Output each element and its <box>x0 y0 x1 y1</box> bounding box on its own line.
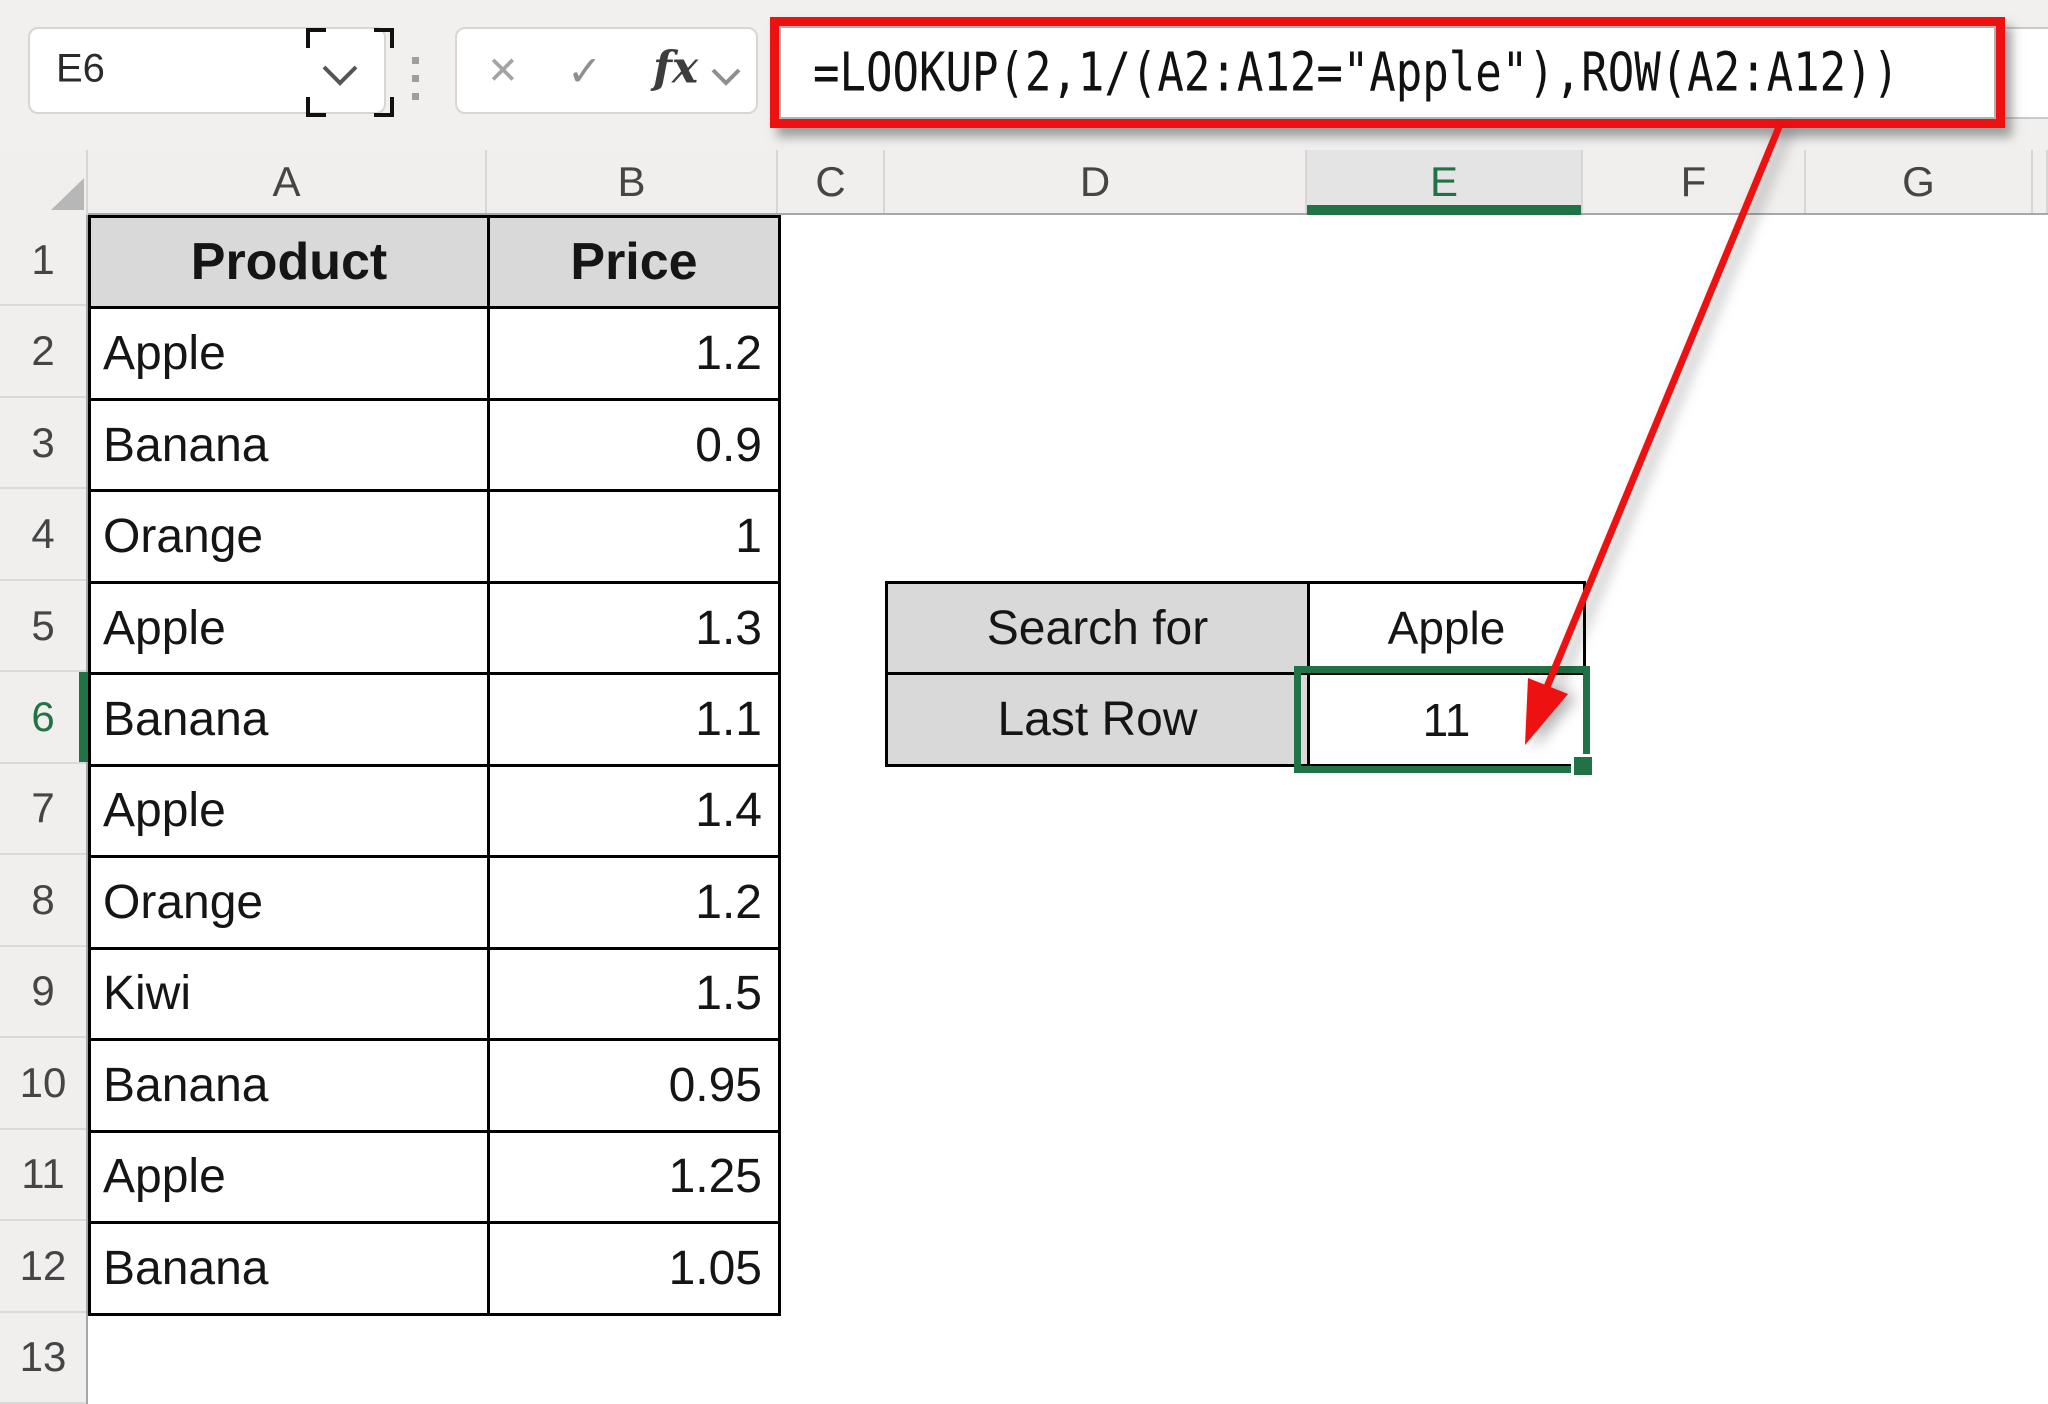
column-header-D[interactable]: D <box>885 150 1307 213</box>
cell-E5[interactable]: Apple <box>1307 581 1586 675</box>
row-header-1[interactable]: 1 <box>0 215 86 306</box>
cell-B10[interactable]: 0.95 <box>487 1038 781 1132</box>
row-header-11[interactable]: 11 <box>0 1130 86 1221</box>
row-header-3[interactable]: 3 <box>0 398 86 489</box>
row-header-6[interactable]: 6 <box>0 672 86 763</box>
cell-A3[interactable]: Banana <box>88 398 490 492</box>
cell-B12[interactable]: 1.05 <box>487 1221 781 1315</box>
cell-A6[interactable]: Banana <box>88 672 490 766</box>
cell-E6[interactable]: 11 <box>1307 672 1586 766</box>
select-all-triangle-icon <box>0 150 88 215</box>
column-header-F[interactable]: F <box>1583 150 1806 213</box>
cell-B1[interactable]: Price <box>487 215 781 309</box>
cell-B5[interactable]: 1.3 <box>487 581 781 675</box>
row-header-8[interactable]: 8 <box>0 855 86 946</box>
cell-A9[interactable]: Kiwi <box>88 947 490 1041</box>
cell-B7[interactable]: 1.4 <box>487 764 781 858</box>
selected-column-underline <box>1307 205 1581 215</box>
cell-A5[interactable]: Apple <box>88 581 490 675</box>
formula-text: =LOOKUP(2,1/(A2:A12="Apple"),ROW(A2:A12)… <box>813 41 1899 103</box>
selected-row-bar <box>79 672 88 761</box>
name-box[interactable]: E6 <box>28 27 386 114</box>
cell-A4[interactable]: Orange <box>88 489 490 583</box>
row-header-2[interactable]: 2 <box>0 306 86 397</box>
row-header-9[interactable]: 9 <box>0 947 86 1038</box>
chevron-down-icon[interactable] <box>320 63 360 87</box>
cell-D5[interactable]: Search for <box>885 581 1310 675</box>
focus-corner-mark <box>306 28 326 48</box>
focus-corner-mark <box>306 97 326 117</box>
cell-A2[interactable]: Apple <box>88 306 490 400</box>
cell-A1[interactable]: Product <box>88 215 490 309</box>
cancel-icon[interactable]: ✕ <box>487 48 519 93</box>
cell-D6[interactable]: Last Row <box>885 672 1310 766</box>
name-box-value: E6 <box>56 46 105 91</box>
column-header-B[interactable]: B <box>487 150 778 213</box>
row-headers: 12345678910111213 <box>0 215 88 1404</box>
enter-icon[interactable]: ✓ <box>567 46 602 95</box>
cell-B11[interactable]: 1.25 <box>487 1130 781 1224</box>
formula-input[interactable]: =LOOKUP(2,1/(A2:A12="Apple"),ROW(A2:A12)… <box>779 26 1996 119</box>
row-header-4[interactable]: 4 <box>0 489 86 580</box>
formula-buttons-group: ✕ ✓ fx <box>455 27 758 114</box>
excel-window: E6 ✕ ✓ fx =LOOKUP(2,1/(A2:A12="Apple"),R… <box>0 0 2048 1404</box>
row-header-5[interactable]: 5 <box>0 581 86 672</box>
row-header-13[interactable]: 13 <box>0 1313 86 1404</box>
cell-B8[interactable]: 1.2 <box>487 855 781 949</box>
column-header-partial[interactable] <box>2033 150 2048 213</box>
cell-A12[interactable]: Banana <box>88 1221 490 1315</box>
focus-corner-mark <box>374 97 394 117</box>
column-header-G[interactable]: G <box>1806 150 2033 213</box>
spreadsheet-grid: ABCDEFG 12345678910111213 ProductPriceAp… <box>0 150 2048 1404</box>
cell-B4[interactable]: 1 <box>487 489 781 583</box>
row-header-10[interactable]: 10 <box>0 1038 86 1129</box>
select-all-button[interactable] <box>0 150 88 215</box>
row-header-7[interactable]: 7 <box>0 764 86 855</box>
formula-bar-extension <box>2000 27 2048 119</box>
cell-A10[interactable]: Banana <box>88 1038 490 1132</box>
column-header-C[interactable]: C <box>778 150 885 213</box>
column-header-A[interactable]: A <box>88 150 487 213</box>
cell-B3[interactable]: 0.9 <box>487 398 781 492</box>
chevron-down-icon[interactable] <box>710 67 742 87</box>
cell-A8[interactable]: Orange <box>88 855 490 949</box>
cell-B6[interactable]: 1.1 <box>487 672 781 766</box>
formula-highlight-box: =LOOKUP(2,1/(A2:A12="Apple"),ROW(A2:A12)… <box>770 17 2005 128</box>
cell-B9[interactable]: 1.5 <box>487 947 781 1041</box>
insert-function-icon[interactable]: fx <box>653 42 698 93</box>
cell-A11[interactable]: Apple <box>88 1130 490 1224</box>
cell-B2[interactable]: 1.2 <box>487 306 781 400</box>
column-header-E[interactable]: E <box>1307 150 1583 213</box>
cell-A7[interactable]: Apple <box>88 764 490 858</box>
formula-toolbar: E6 ✕ ✓ fx =LOOKUP(2,1/(A2:A12="Apple"),R… <box>0 0 2048 150</box>
focus-corner-mark <box>374 28 394 48</box>
row-header-12[interactable]: 12 <box>0 1221 86 1312</box>
